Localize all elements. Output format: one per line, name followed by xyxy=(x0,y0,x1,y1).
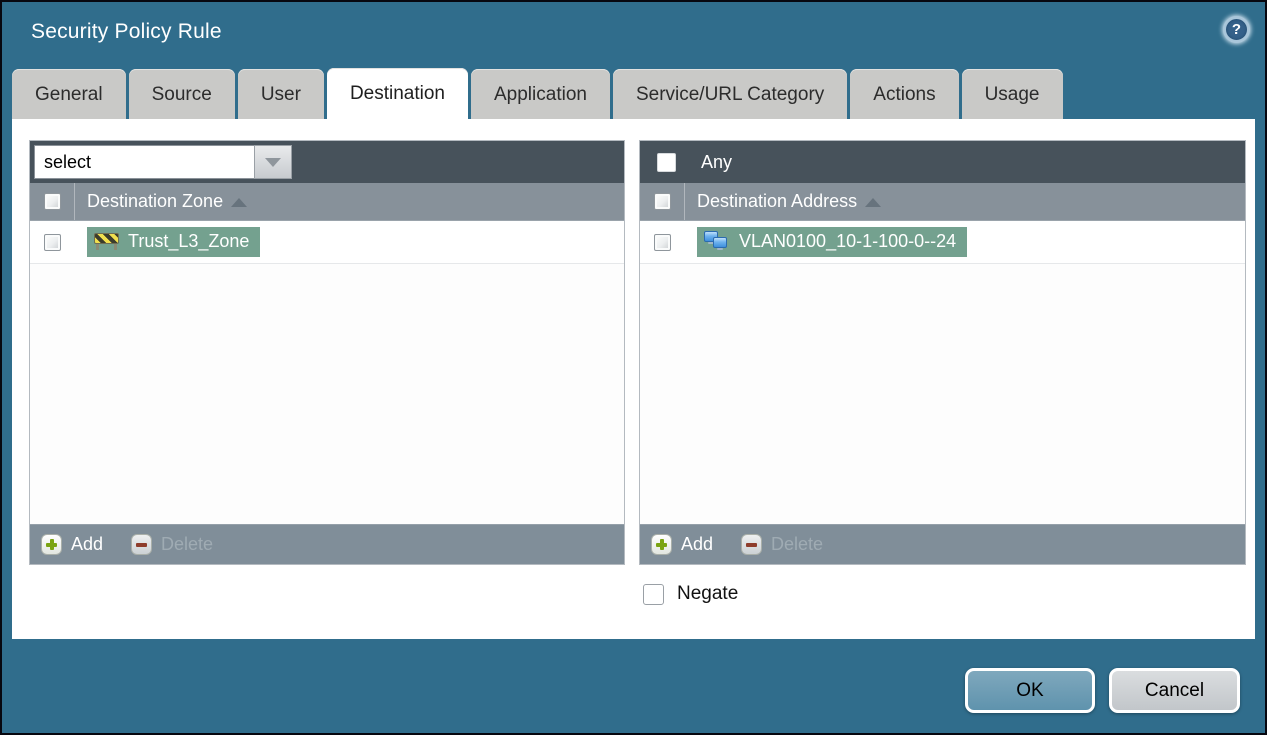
address-add-button[interactable]: Add xyxy=(651,534,713,555)
destination-zone-panel: select Destination Zone Trust_L3_Zone Ad… xyxy=(29,140,625,565)
tab-application[interactable]: Application xyxy=(471,69,610,120)
tab-strip: General Source User Destination Applicat… xyxy=(12,68,1255,120)
zone-footer: Add Delete xyxy=(30,524,624,564)
address-item[interactable]: VLAN0100_10-1-100-0--24 xyxy=(697,227,968,257)
titlebar: Security Policy Rule ? xyxy=(2,2,1265,64)
dialog-title: Security Policy Rule xyxy=(31,20,222,43)
zone-select-all-checkbox[interactable] xyxy=(43,193,61,210)
cancel-button[interactable]: Cancel xyxy=(1109,668,1240,713)
address-list: VLAN0100_10-1-100-0--24 xyxy=(640,221,1245,524)
table-row: VLAN0100_10-1-100-0--24 xyxy=(640,221,1245,264)
zone-delete-button[interactable]: Delete xyxy=(131,534,213,555)
any-checkbox[interactable] xyxy=(657,152,676,172)
address-column-header-row: Destination Address xyxy=(640,183,1245,221)
security-policy-rule-dialog: { "window": { "title": "Security Policy … xyxy=(0,0,1267,735)
sort-ascending-icon xyxy=(865,198,882,207)
zone-select-input[interactable]: select xyxy=(34,145,254,179)
tab-source[interactable]: Source xyxy=(128,69,235,120)
chevron-down-icon xyxy=(265,157,281,167)
zone-add-button[interactable]: Add xyxy=(41,534,103,555)
table-row: Trust_L3_Zone xyxy=(30,221,624,264)
zone-item[interactable]: Trust_L3_Zone xyxy=(87,227,261,257)
zone-select-dropdown-button[interactable] xyxy=(254,145,292,179)
help-icon[interactable]: ? xyxy=(1223,16,1250,43)
tab-service-url-category[interactable]: Service/URL Category xyxy=(612,69,848,120)
minus-icon xyxy=(131,534,153,555)
zone-row-checkbox[interactable] xyxy=(44,233,61,251)
zone-toolbar: select xyxy=(30,141,624,183)
address-icon xyxy=(704,231,730,252)
zone-column-header-row: Destination Zone xyxy=(30,183,624,221)
address-toolbar: Any xyxy=(640,141,1245,183)
address-footer: Add Delete xyxy=(640,524,1245,564)
tab-actions[interactable]: Actions xyxy=(850,69,959,120)
tab-destination[interactable]: Destination xyxy=(326,68,468,120)
ok-button[interactable]: OK xyxy=(965,668,1095,713)
negate-row: Negate xyxy=(643,583,738,605)
any-label: Any xyxy=(701,151,733,172)
address-item-label: VLAN0100_10-1-100-0--24 xyxy=(739,231,957,251)
destination-address-panel: Any Destination Address VLAN0100_10-1-10… xyxy=(639,140,1246,565)
address-row-checkbox[interactable] xyxy=(654,233,671,251)
plus-icon xyxy=(651,534,672,555)
destination-tab-content: select Destination Zone Trust_L3_Zone Ad… xyxy=(12,119,1255,639)
address-delete-button[interactable]: Delete xyxy=(741,534,823,555)
address-column-header[interactable]: Destination Address xyxy=(697,191,857,212)
zone-column-header[interactable]: Destination Zone xyxy=(87,191,223,212)
minus-icon xyxy=(741,534,763,555)
address-select-all-checkbox[interactable] xyxy=(653,193,671,210)
zone-item-label: Trust_L3_Zone xyxy=(128,231,250,251)
sort-ascending-icon xyxy=(231,198,248,207)
negate-checkbox[interactable] xyxy=(643,583,664,605)
zone-select-combobox: select xyxy=(34,145,292,179)
tab-usage[interactable]: Usage xyxy=(961,69,1063,120)
zone-icon xyxy=(94,233,119,250)
zone-list: Trust_L3_Zone xyxy=(30,221,624,524)
tab-user[interactable]: User xyxy=(237,69,324,120)
negate-label: Negate xyxy=(677,583,739,604)
tab-general[interactable]: General xyxy=(12,69,126,120)
plus-icon xyxy=(41,534,62,555)
